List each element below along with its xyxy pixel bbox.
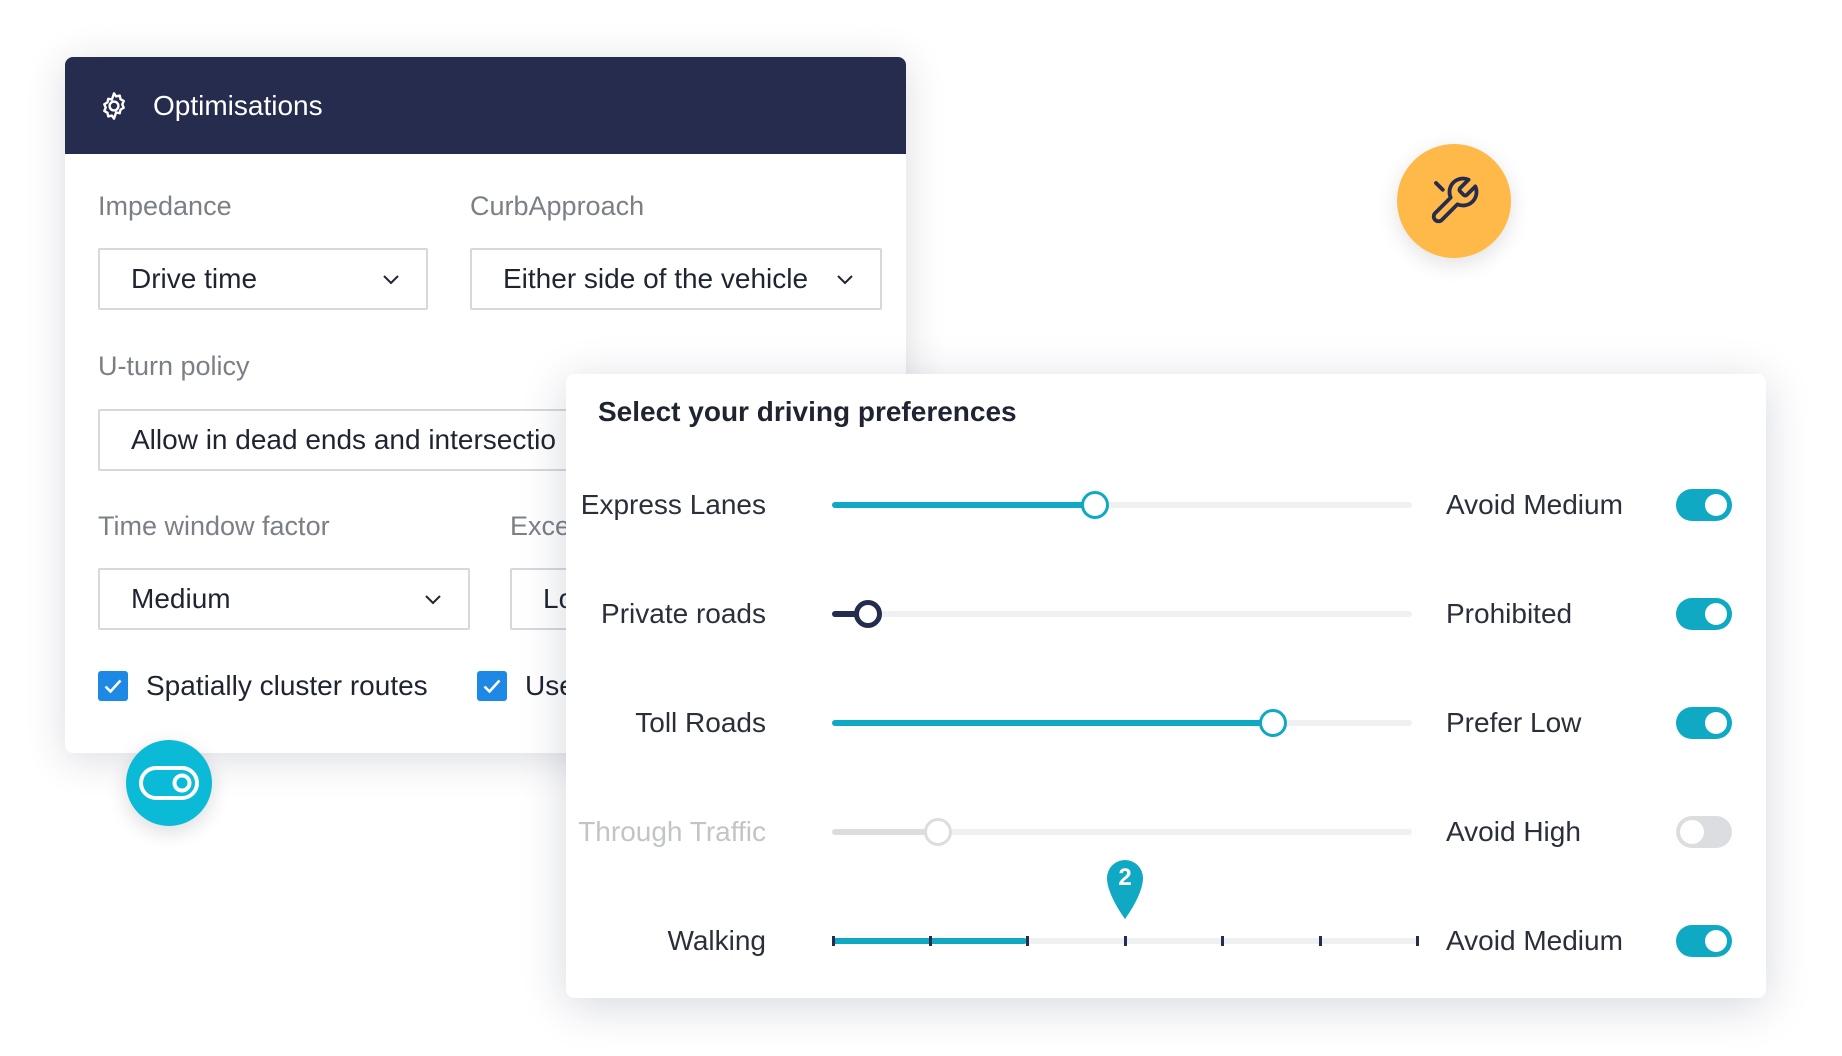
toggle-knob: [1680, 820, 1704, 844]
time-window-factor-select[interactable]: Medium: [98, 568, 470, 630]
pref-toggle[interactable]: [1676, 707, 1732, 739]
chevron-down-icon: [383, 275, 399, 285]
impedance-value: Drive time: [131, 263, 258, 294]
slider-fill: [832, 502, 1095, 508]
slider-thumb[interactable]: [1259, 709, 1287, 737]
optimisations-title: Optimisations: [153, 89, 323, 121]
pref-label: Toll Roads: [635, 707, 766, 738]
slider-tick: [1416, 936, 1419, 946]
pref-value: Prohibited: [1446, 598, 1573, 629]
pref-row-toll-roads: Toll Roads Prefer Low: [566, 693, 1766, 753]
pref-toggle[interactable]: [1676, 816, 1732, 848]
chevron-down-icon: [425, 595, 441, 605]
pref-row-express-lanes: Express Lanes Avoid Medium: [566, 475, 1766, 535]
spatially-cluster-checkbox[interactable]: Spatially cluster routes: [98, 670, 428, 702]
pref-label: Express Lanes: [580, 489, 766, 520]
pref-toggle[interactable]: [1676, 925, 1732, 957]
checkbox-checked-icon[interactable]: [477, 671, 507, 701]
driving-preferences-panel: Select your driving preferences Express …: [566, 374, 1766, 998]
toggle-knob: [1705, 930, 1727, 952]
toggle-knob: [1705, 712, 1727, 734]
optimisations-header: Optimisations: [65, 57, 906, 154]
curb-approach-label: CurbApproach: [470, 191, 645, 221]
gear-icon[interactable]: [98, 90, 130, 122]
impedance-select[interactable]: Drive time: [98, 248, 428, 310]
pref-slider[interactable]: [832, 818, 1412, 846]
pref-label: Private roads: [601, 598, 766, 629]
toggle-knob: [1705, 494, 1727, 516]
pref-step-slider[interactable]: 2: [832, 860, 1419, 946]
impedance-label: Impedance: [98, 191, 232, 221]
pref-value: Avoid Medium: [1446, 925, 1623, 956]
uturn-policy-value: Allow in dead ends and intersectio: [131, 424, 556, 455]
slider-tick: [832, 936, 835, 946]
slider-thumb[interactable]: [924, 818, 952, 846]
preferences-title: Select your driving preferences: [598, 396, 1017, 427]
pref-row-walking: Walking 2 Avoid Medium: [566, 860, 1766, 971]
slider-tick: [929, 936, 932, 946]
wrench-icon: [1397, 144, 1511, 258]
time-window-factor-label: Time window factor: [98, 511, 330, 541]
time-window-factor-value: Medium: [131, 583, 231, 614]
spatially-cluster-label: Spatially cluster routes: [146, 670, 428, 701]
slider-thumb[interactable]: [1081, 491, 1109, 519]
step-value: 2: [1118, 864, 1132, 891]
pref-toggle[interactable]: [1676, 489, 1732, 521]
pref-label: Through Traffic: [578, 816, 766, 847]
pref-slider[interactable]: [832, 709, 1412, 737]
pref-toggle[interactable]: [1676, 598, 1732, 630]
pref-label: Walking: [667, 925, 766, 956]
pref-row-private-roads: Private roads Prohibited: [566, 584, 1766, 644]
slider-tick: [1221, 936, 1224, 946]
slider-fill: [832, 720, 1273, 726]
excess-label: Exce: [510, 511, 571, 541]
toggle-icon: [126, 740, 212, 826]
curb-approach-value: Either side of the vehicle: [503, 263, 809, 294]
slider-tick: [1319, 936, 1322, 946]
slider-tick: [1026, 936, 1029, 946]
pref-value: Avoid High: [1446, 816, 1581, 847]
map-pin-step-marker[interactable]: 2: [1105, 858, 1145, 920]
checkbox-checked-icon[interactable]: [98, 671, 128, 701]
curb-approach-select[interactable]: Either side of the vehicle: [470, 248, 882, 310]
pref-value: Avoid Medium: [1446, 489, 1623, 520]
pref-slider[interactable]: [832, 600, 1412, 628]
pref-value: Prefer Low: [1446, 707, 1582, 738]
pref-row-through-traffic: Through Traffic Avoid High: [566, 802, 1766, 862]
toggle-knob: [1705, 603, 1727, 625]
chevron-down-icon: [837, 275, 853, 285]
uturn-policy-label: U-turn policy: [98, 351, 250, 381]
pref-slider[interactable]: [832, 491, 1412, 519]
slider-tick: [1124, 936, 1127, 946]
slider-thumb[interactable]: [854, 600, 882, 628]
use-checkbox[interactable]: Use: [477, 670, 575, 702]
slider-fill: [832, 829, 938, 835]
